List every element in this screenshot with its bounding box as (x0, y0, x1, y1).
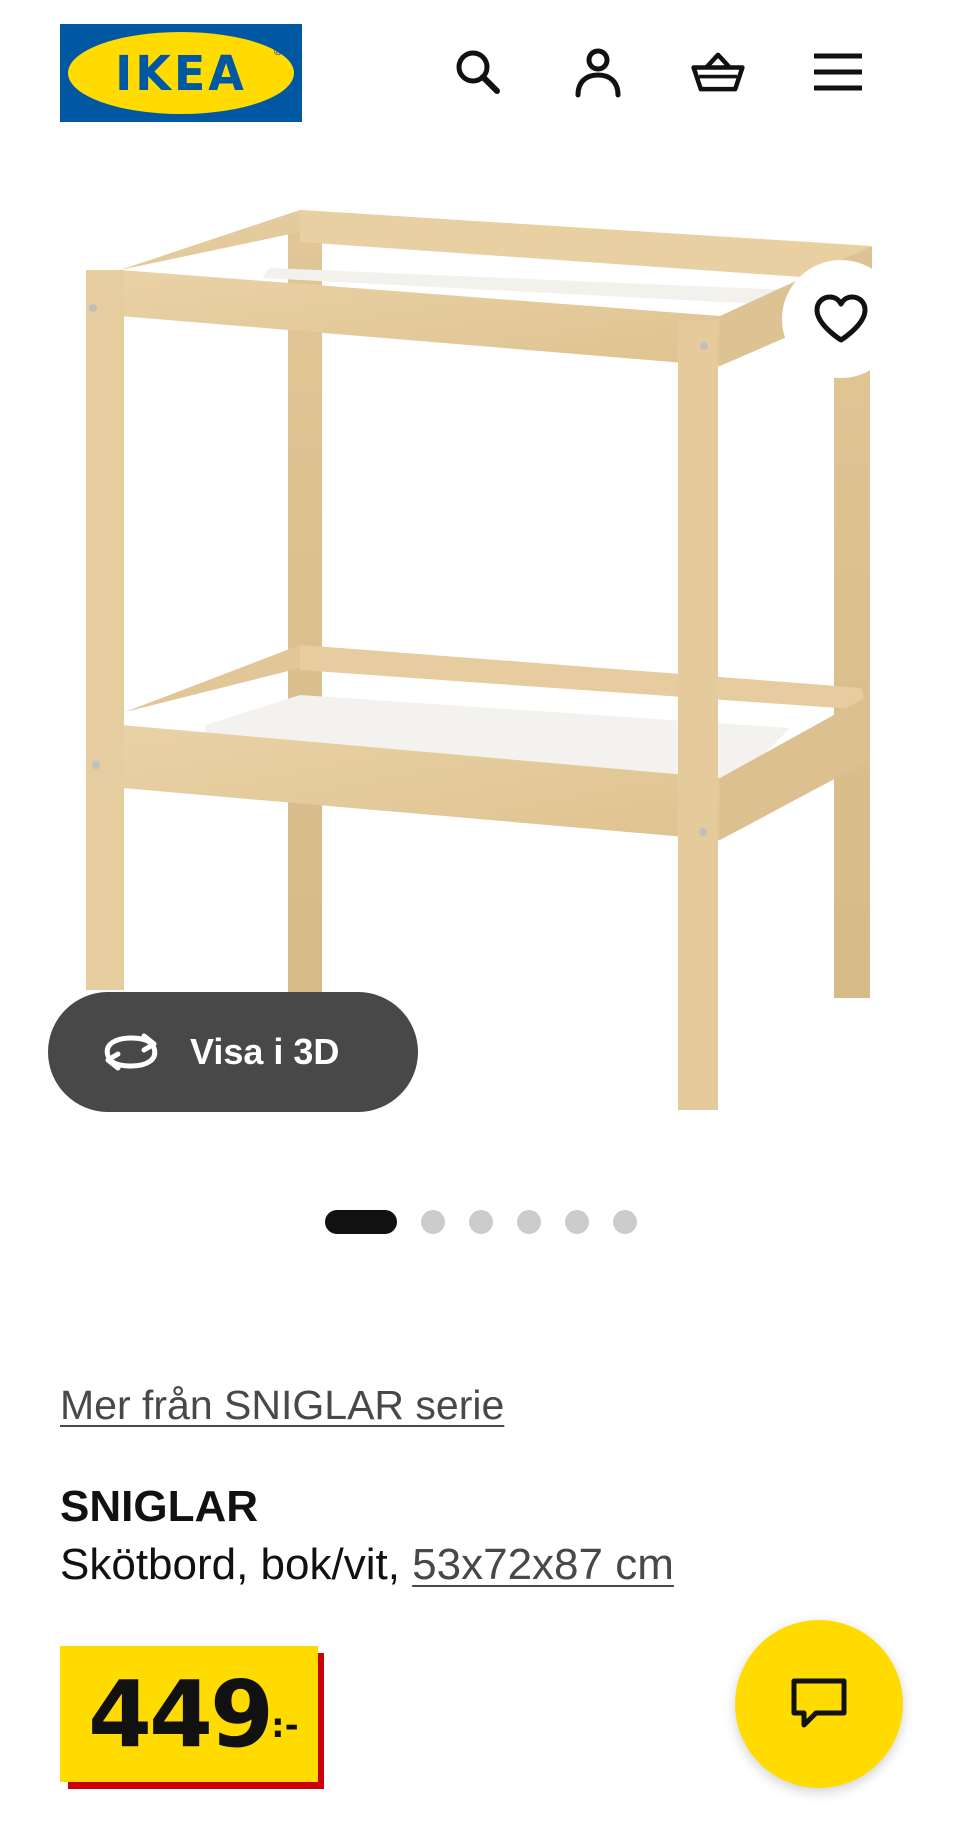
basket-icon[interactable] (690, 44, 746, 100)
gallery-pagination (0, 1210, 960, 1234)
heart-icon (814, 294, 868, 343)
top-header: IKEA ® (0, 0, 960, 150)
registered-mark: ® (273, 46, 282, 58)
series-link[interactable]: Mer från SNIGLAR serie (60, 1382, 504, 1429)
logo-text: IKEA (115, 44, 247, 102)
product-description: Skötbord, bok/vit, 53x72x87 cm (60, 1540, 674, 1590)
pagination-dot-2[interactable] (421, 1210, 445, 1234)
chat-button[interactable] (735, 1620, 903, 1788)
pagination-dot-5[interactable] (565, 1210, 589, 1234)
pagination-dot-4[interactable] (517, 1210, 541, 1234)
product-name: SNIGLAR (60, 1482, 258, 1531)
pagination-dot-1[interactable] (325, 1210, 397, 1234)
search-icon[interactable] (450, 44, 506, 100)
rotate-3d-icon (104, 1033, 158, 1071)
chat-bubble-icon (791, 1678, 847, 1728)
pagination-dot-6[interactable] (613, 1210, 637, 1234)
logo-ellipse: IKEA (68, 32, 294, 114)
menu-icon[interactable] (810, 44, 866, 100)
favorite-button[interactable] (782, 260, 900, 378)
user-icon[interactable] (570, 44, 626, 100)
view-in-3d-button[interactable]: Visa i 3D (48, 992, 418, 1112)
product-gallery[interactable]: Visa i 3D (0, 190, 960, 1180)
pagination-dot-3[interactable] (469, 1210, 493, 1234)
product-type-text: Skötbord, bok/vit, (60, 1540, 413, 1589)
price-integer: 449 (88, 1660, 274, 1768)
product-page: IKEA ® Visa i 3D Mer från SNIGLAR serie … (0, 0, 960, 1839)
dimensions-link[interactable]: 53x72x87 cm (412, 1540, 674, 1589)
view-in-3d-label: Visa i 3D (190, 1031, 340, 1072)
price-tag: 449 :- (60, 1646, 318, 1782)
price-suffix: :- (271, 1706, 299, 1746)
ikea-logo[interactable]: IKEA ® (60, 24, 302, 122)
